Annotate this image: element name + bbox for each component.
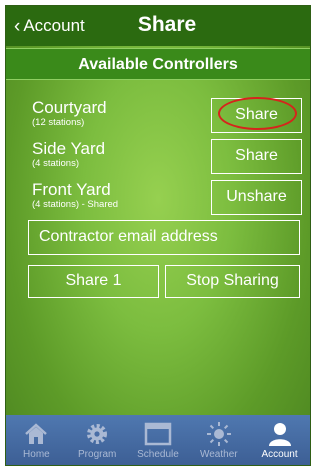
share-courtyard-button[interactable]: Share [211,97,302,133]
controller-name: Courtyard [32,98,107,117]
highlight-circle [218,97,297,130]
tab-schedule[interactable]: Schedule [128,415,189,465]
controller-row-side-yard: Side Yard (4 stations) Share [32,139,302,179]
gear-icon [87,424,108,444]
tab-label: Program [78,449,117,460]
tab-weather[interactable]: Weather [188,415,249,465]
tab-label: Home [23,449,50,460]
page-title: Share [137,13,197,36]
tab-label: Account [261,449,298,460]
contractor-email-input[interactable]: Contractor email address [28,220,300,255]
tab-account[interactable]: Account [249,415,310,465]
person-icon [268,423,291,446]
action-buttons: Share 1 Stop Sharing [28,265,300,298]
controller-detail: (4 stations) - Shared [32,199,119,210]
controller-name: Side Yard [32,139,106,158]
share-side-yard-button[interactable]: Share [211,139,302,174]
unshare-front-yard-button[interactable]: Unshare [211,180,302,215]
section-header: Available Controllers [6,48,310,80]
share-count-button[interactable]: Share 1 [28,265,159,298]
tab-home[interactable]: Home [6,415,67,465]
controller-row-front-yard: Front Yard (4 stations) - Shared Unshare [32,180,302,220]
tab-bar: Home Program Schedule Weather Account [6,415,310,465]
tab-label: Schedule [137,449,179,460]
app-frame: ‹ Account Share Available Controllers Co… [5,5,311,466]
tab-program[interactable]: Program [67,415,128,465]
calendar-icon [144,422,172,446]
controller-detail: (4 stations) [32,158,79,169]
controller-row-courtyard: Courtyard (12 stations) Share [32,97,302,138]
sun-icon [206,422,231,446]
controller-detail: (12 stations) [32,117,85,128]
controller-name: Front Yard [32,180,111,199]
house-icon [25,423,48,444]
tab-label: Weather [199,449,238,460]
stop-sharing-button[interactable]: Stop Sharing [165,265,300,298]
top-bar: ‹ Account Share [6,6,310,46]
